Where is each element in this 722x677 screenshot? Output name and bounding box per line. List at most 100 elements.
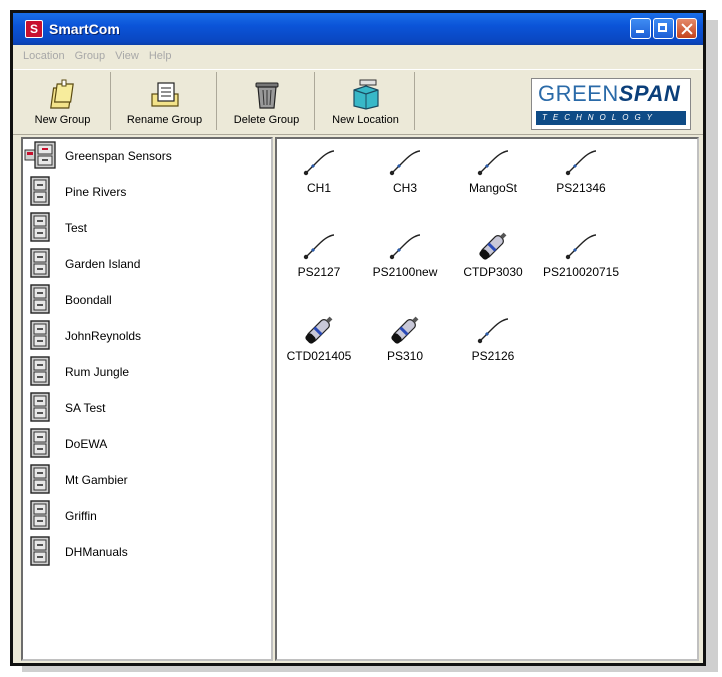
probe-sensor-icon [475,229,511,263]
sensor-item[interactable]: CH1 [279,145,359,195]
group-item[interactable]: DHManuals [29,535,128,569]
group-item[interactable]: Test [29,211,88,245]
group-tree-pane[interactable]: Greenspan Sensors Pine Rivers Test Garden I… [21,137,273,661]
sensor-item[interactable]: PS310 [365,313,445,363]
menu-bar: Location Group View Help [13,45,703,67]
sensor-label: PS21346 [556,181,606,195]
logo-span-text: SPAN [618,81,681,106]
cabinet-icon [29,283,51,317]
sensor-item[interactable]: PS2127 [279,229,359,279]
cable-sensor-icon [564,145,598,179]
new-location-button[interactable]: New Location [317,72,415,130]
group-item[interactable]: Pine Rivers [29,175,127,209]
logo-tagline: TECHNOLOGY [536,111,686,125]
rename-group-button[interactable]: Rename Group [113,72,217,130]
sensor-label: MangoSt [468,181,518,195]
cabinet-icon [29,175,51,209]
group-label: Rum Jungle [65,365,130,379]
cable-sensor-icon [302,229,336,263]
cable-sensor-icon [388,229,422,263]
logo-green-text: GREEN [538,81,619,106]
group-item[interactable]: Boondall [29,283,112,317]
sensor-label: PS2127 [297,265,341,279]
group-label: JohnReynolds [65,329,142,343]
group-label: DoEWA [65,437,108,451]
maximize-button[interactable] [653,18,674,39]
cable-sensor-icon [476,313,510,347]
sensor-label: CTDP3030 [463,265,523,279]
sensor-item[interactable]: PS2126 [453,313,533,363]
toolbar: New Group Rename Group Delete Group New … [13,69,703,135]
cabinet-icon [29,535,51,569]
smartcom-app-icon[interactable]: S [25,20,43,38]
rename-group-label: Rename Group [126,114,203,126]
group-item[interactable]: Garden Island [29,247,141,281]
menu-location[interactable]: Location [23,50,65,62]
sensor-item[interactable]: PS21346 [541,145,621,195]
sensor-item[interactable]: CTDP3030 [453,229,533,279]
sensor-label: CH1 [306,181,331,195]
probe-sensor-icon [301,313,337,347]
sensor-label: CH3 [392,181,417,195]
cabinet-icon [29,355,51,389]
sensor-item[interactable]: PS2100new [365,229,445,279]
window-title: SmartCom [49,21,120,37]
new-group-icon [49,79,74,109]
group-item[interactable]: Mt Gambier [29,463,128,497]
sensor-label: PS2126 [471,349,515,363]
sensor-label: PS2100new [372,265,438,279]
new-group-button[interactable]: New Group [15,72,111,130]
group-label: Garden Island [65,257,141,271]
new-location-label: New Location [332,114,399,126]
group-item[interactable]: SA Test [29,391,106,425]
cable-sensor-icon [302,145,336,179]
close-button[interactable] [676,18,697,39]
title-bar[interactable]: S SmartCom [13,13,703,45]
group-label: SA Test [65,401,106,415]
sensor-item[interactable]: CTD021405 [279,313,359,363]
sensor-list-pane[interactable]: CH1 CH3 MangoSt PS21346 PS2127 PS2100new CTDP3… [275,137,699,661]
group-label: Griffin [65,509,97,523]
new-group-label: New Group [34,114,91,126]
cabinet-icon [29,499,51,533]
cabinet-icon [29,391,51,425]
group-item[interactable]: DoEWA [29,427,108,461]
cable-sensor-icon [476,145,510,179]
sensor-label: PS310 [386,349,424,363]
group-label: Greenspan Sensors [65,149,172,163]
group-label: Test [65,221,88,235]
trash-icon [255,82,278,109]
sensor-item[interactable]: MangoSt [453,145,533,195]
menu-view[interactable]: View [115,50,139,62]
menu-help[interactable]: Help [149,50,172,62]
probe-sensor-icon [387,313,423,347]
greenspan-logo: GREENSPAN TECHNOLOGY [531,78,691,130]
delete-group-label: Delete Group [233,114,300,126]
new-location-icon [352,79,379,110]
group-item[interactable]: Rum Jungle [29,355,130,389]
group-label: Boondall [65,293,112,307]
group-item[interactable]: JohnReynolds [29,319,142,353]
smartcom-window: S SmartCom Location Group View Help New … [10,10,706,666]
cabinet-icon [29,319,51,353]
menu-group[interactable]: Group [75,50,106,62]
cabinet-icon [29,211,51,245]
group-item[interactable]: Griffin [29,499,97,533]
cabinet-icon [29,427,51,461]
cabinet-icon [29,247,51,281]
cabinet-icon [29,463,51,497]
sensor-item[interactable]: PS210020715 [541,229,621,279]
group-label: Mt Gambier [65,473,128,487]
root-cabinet-icon [23,140,59,173]
sensor-item[interactable]: CH3 [365,145,445,195]
sensor-label: PS210020715 [542,265,620,279]
rename-group-icon [150,82,179,107]
delete-group-button[interactable]: Delete Group [219,72,315,130]
group-item[interactable]: Greenspan Sensors [23,140,172,173]
cable-sensor-icon [564,229,598,263]
minimize-button[interactable] [630,18,651,39]
group-label: Pine Rivers [65,185,127,199]
group-label: DHManuals [65,545,128,559]
sensor-label: CTD021405 [286,349,352,363]
cable-sensor-icon [388,145,422,179]
